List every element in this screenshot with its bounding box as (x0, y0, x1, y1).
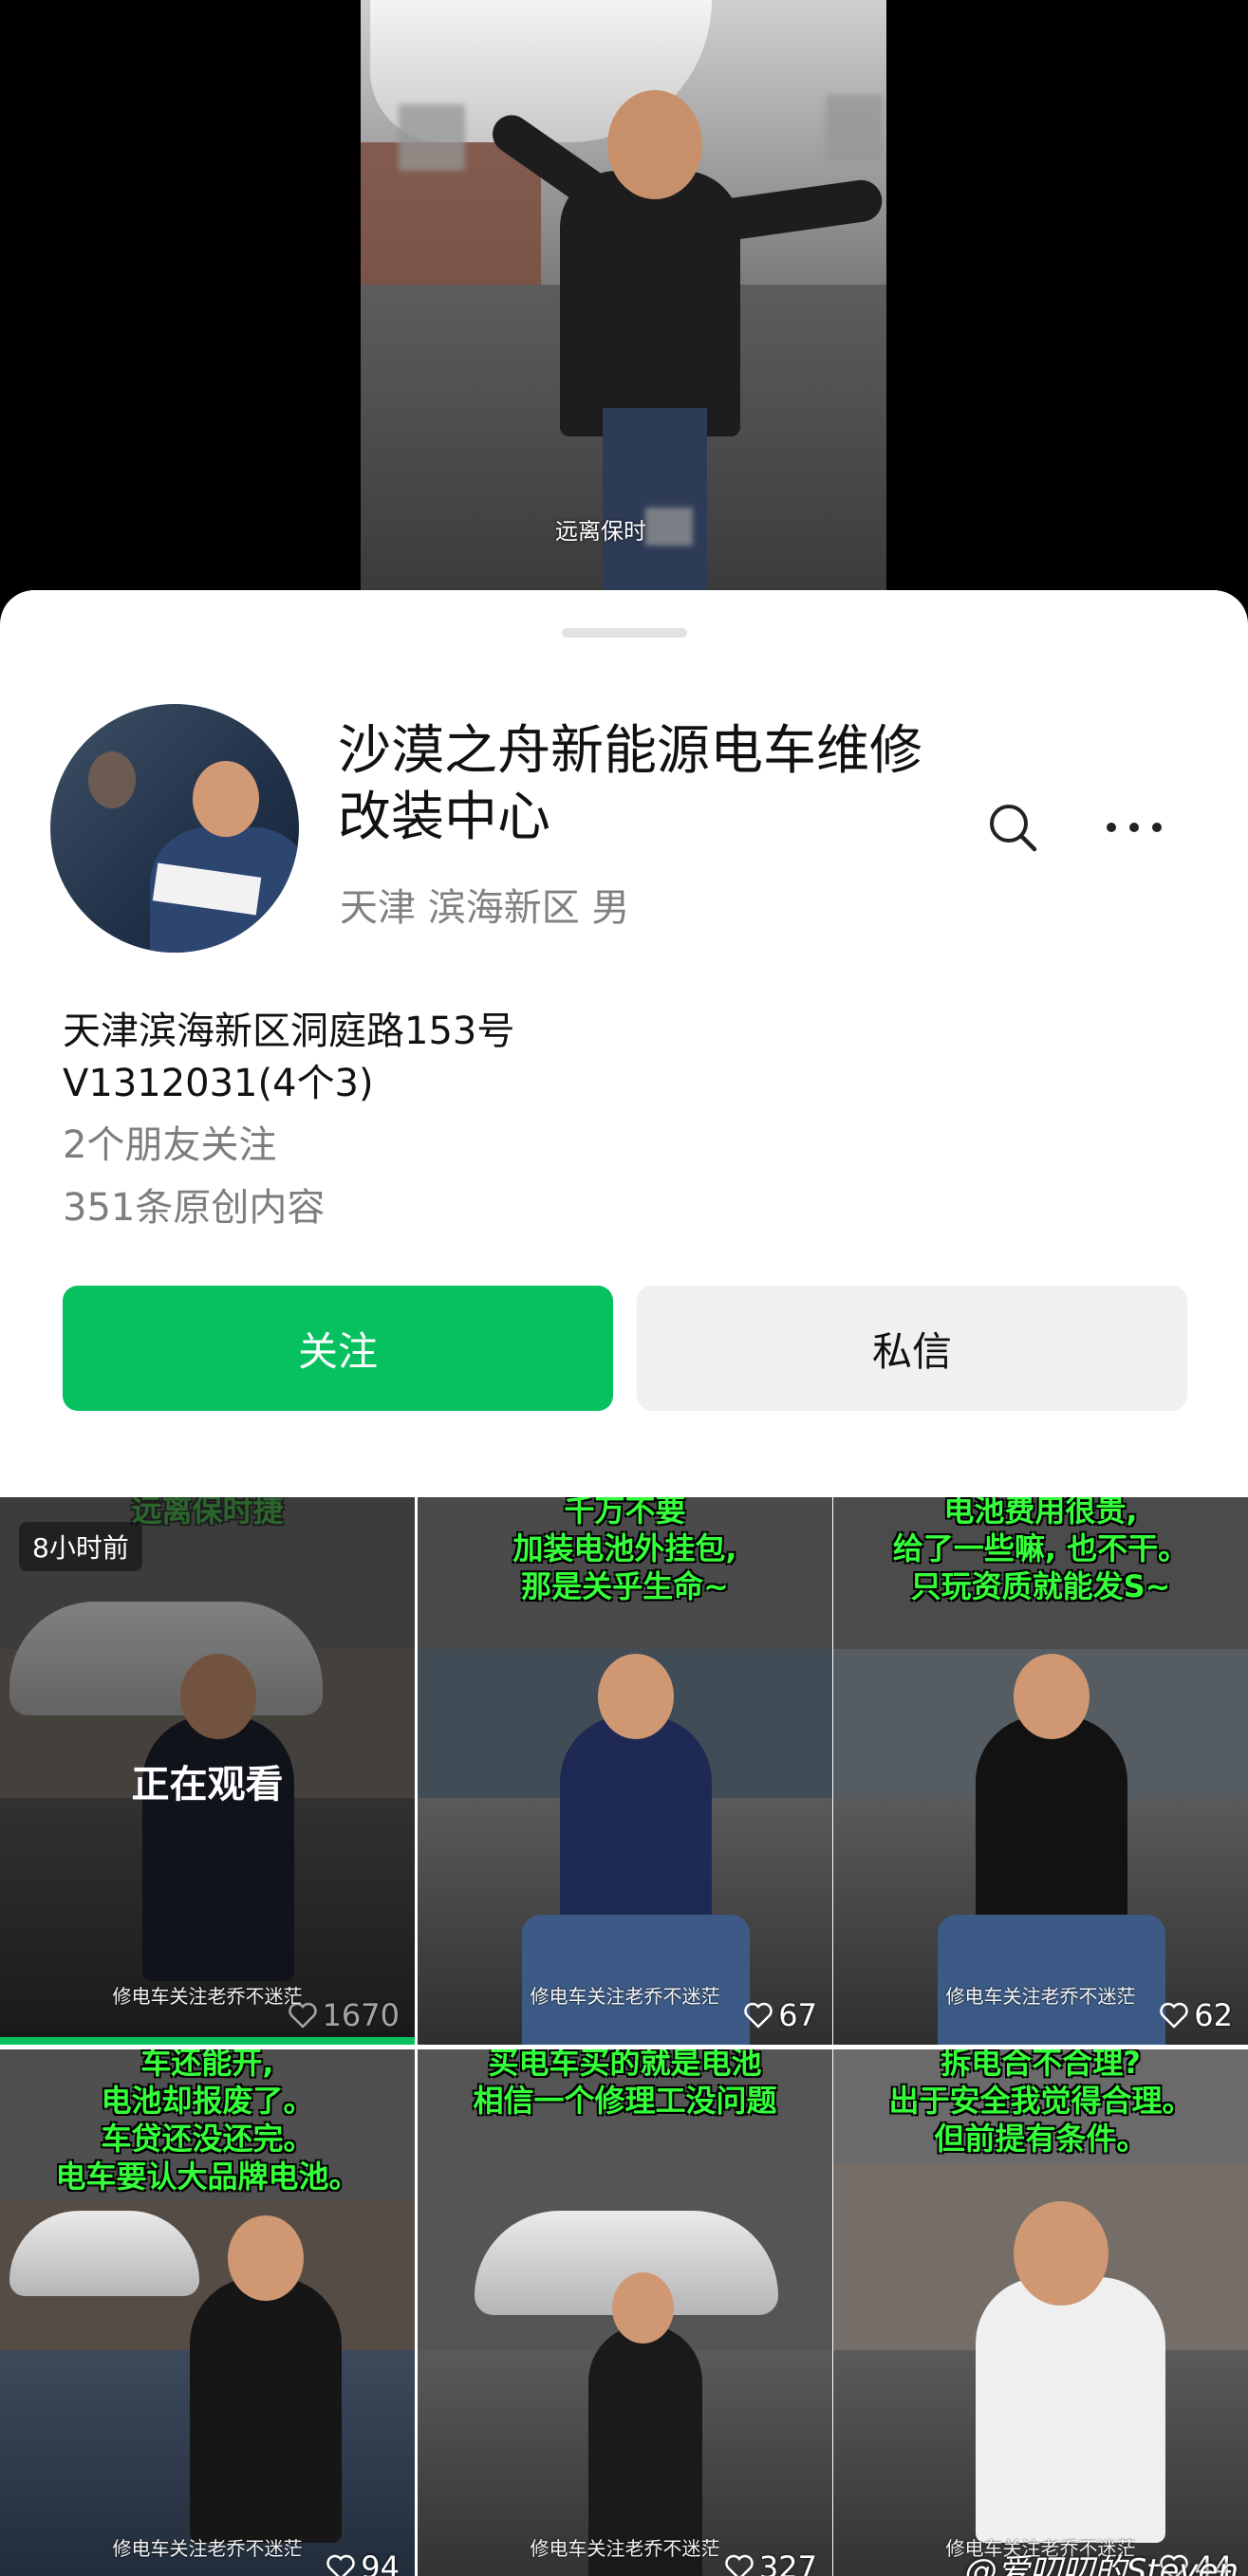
video-person-legs (603, 408, 707, 593)
tile-overlay-text: 拆电合不合理? 出于安全我觉得合理。 但前提有条件。 (888, 2049, 1193, 2157)
like-count: 1670 (322, 1997, 400, 2033)
video-tile[interactable]: 电池费用很贵, 给了一些嘛, 也不干。 只玩资质就能发S~ 修电车关注老乔不迷茫… (833, 1497, 1248, 2045)
video-tile[interactable]: 千万不要 加装电池外挂包, 那是关乎生命~ 修电车关注老乔不迷茫 67 (418, 1497, 832, 2045)
avatar[interactable] (50, 704, 299, 953)
blur-patch (399, 104, 465, 171)
weibo-watermark: @爱叨叨的Steven (964, 2552, 1239, 2576)
drag-handle[interactable] (562, 628, 687, 638)
watch-progress-bar (0, 2037, 415, 2045)
time-badge: 8小时前 (19, 1522, 142, 1571)
tile-likes: 67 (744, 1997, 817, 2033)
heart-icon (725, 2554, 754, 2576)
profile-address: 天津滨海新区洞庭路153号 (63, 1010, 515, 1053)
message-button[interactable]: 私信 (637, 1286, 1187, 1411)
friends-follow-count[interactable]: 2个朋友关注 (63, 1114, 276, 1169)
tile-person-head (1014, 2201, 1108, 2306)
tile-likes: 62 (1160, 1997, 1233, 2033)
profile-sheet: 沙漠之舟新能源电车维修改装中心 天津 滨海新区 男 天津滨海新区洞庭路153号 … (0, 590, 1248, 2576)
blur-patch (826, 95, 883, 161)
video-person-head (607, 90, 702, 199)
video-tile[interactable]: 买电车买的就是电池 相信一个修理工没问题 修电车关注老乔不迷茫 327 (418, 2049, 832, 2576)
tile-person-legs (938, 1915, 1165, 2045)
avatar-bg-person (88, 751, 136, 808)
tile-overlay-text: 电池费用很贵, 给了一些嘛, 也不干。 只玩资质就能发S~ (892, 1497, 1189, 1604)
tile-overlay-text: 车还能开, 电池却报废了。 车贷还没还完。 电车要认大品牌电池。 (55, 2049, 360, 2195)
profile-name: 沙漠之舟新能源电车维修改装中心 (338, 720, 922, 848)
tile-car (9, 2211, 199, 2296)
profile-contact-id: V1312031(4个3) (63, 1062, 374, 1105)
tile-person-head (1014, 1654, 1090, 1739)
tile-person (976, 2277, 1165, 2543)
more-button[interactable] (1096, 789, 1172, 865)
tile-person (190, 2277, 342, 2543)
heart-icon (326, 2554, 356, 2576)
heart-icon (288, 2002, 317, 2029)
search-button[interactable] (975, 789, 1051, 865)
video-caption: 远离保时 (555, 518, 646, 545)
heart-icon (744, 2002, 773, 2029)
video-tile[interactable]: 远离保时捷 8小时前 正在观看 修电车关注老乔不迷茫 1670 (0, 1497, 415, 2045)
heart-icon (1160, 2002, 1189, 2029)
video-player[interactable]: 远离保时 (361, 0, 886, 593)
tile-person-head (612, 2272, 674, 2344)
blur-patch (645, 508, 693, 546)
more-icon (1107, 823, 1162, 832)
tile-person-legs (522, 1915, 750, 2045)
video-person-body (560, 171, 740, 436)
tile-likes: 1670 (288, 1997, 400, 2033)
tile-likes: 94 (326, 2549, 400, 2576)
video-tile[interactable]: 车还能开, 电池却报废了。 车贷还没还完。 电车要认大品牌电池。 修电车关注老乔… (0, 2049, 415, 2576)
now-watching-label: 正在观看 (131, 1763, 284, 1807)
avatar-head (193, 761, 259, 837)
tile-likes: 327 (725, 2549, 817, 2576)
like-count: 94 (361, 2549, 400, 2576)
like-count: 67 (778, 1997, 817, 2033)
like-count: 62 (1194, 1997, 1233, 2033)
tile-person-head (598, 1654, 674, 1739)
tile-person-head (228, 2215, 304, 2301)
tile-overlay-text: 买电车买的就是电池 相信一个修理工没问题 (473, 2049, 777, 2119)
video-tile[interactable]: 拆电合不合理? 出于安全我觉得合理。 但前提有条件。 修电车关注老乔不迷茫 44… (833, 2049, 1248, 2576)
follow-button[interactable]: 关注 (63, 1286, 613, 1411)
profile-location: 天津 滨海新区 男 (340, 886, 630, 930)
tile-overlay-text: 千万不要 加装电池外挂包, 那是关乎生命~ (512, 1497, 737, 1604)
video-grid: 远离保时捷 8小时前 正在观看 修电车关注老乔不迷茫 1670 千万不要 加装电… (0, 1497, 1248, 2576)
search-icon (990, 805, 1037, 852)
original-posts-count: 351条原创内容 (63, 1186, 326, 1230)
like-count: 327 (758, 2549, 817, 2576)
